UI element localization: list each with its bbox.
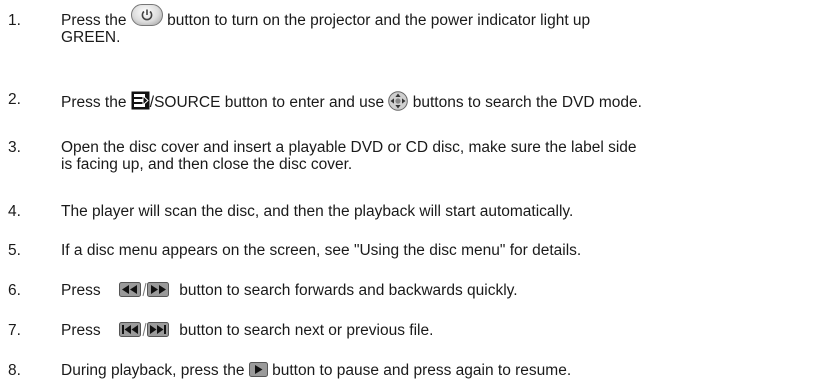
step-number: 7. [8, 322, 21, 339]
power-button-icon [130, 4, 163, 26]
step-number: 2. [8, 91, 21, 108]
step-text: Press the button to turn on the projecto… [61, 4, 801, 46]
step-text: During playback, press the button to pau… [61, 362, 572, 379]
source-button-icon [131, 91, 150, 110]
instruction-list: 1. Press the button to turn on the proje… [0, 0, 819, 384]
step-number: 3. [8, 139, 21, 156]
step-text: Press button to search next or previous … [61, 322, 434, 339]
step-number: 4. [8, 203, 21, 220]
step-number: 1. [8, 12, 21, 29]
step-text: Open the disc cover and insert a playabl… [61, 139, 637, 173]
step-number: 8. [8, 362, 21, 379]
step-text: Press button to search forwards and back… [61, 282, 518, 299]
step-text: Press the /SOURCE button to enter and us… [61, 91, 801, 111]
navigation-pad-icon [388, 91, 409, 111]
step-number: 5. [8, 242, 21, 259]
step-text: If a disc menu appears on the screen, se… [61, 242, 582, 259]
step-number: 6. [8, 282, 21, 299]
previous-next-buttons-icon [118, 322, 169, 337]
play-pause-button-icon [248, 362, 268, 377]
step-text: The player will scan the disc, and then … [61, 203, 574, 220]
rewind-fast-forward-buttons-icon [118, 282, 169, 297]
